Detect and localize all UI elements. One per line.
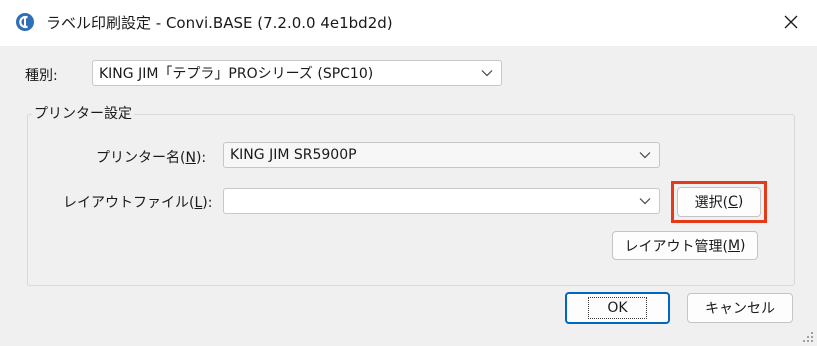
layout-file-select[interactable]	[223, 188, 660, 214]
printer-name-value: KING JIM SR5900P	[230, 147, 357, 163]
layout-file-label: レイアウトファイル(L):	[63, 195, 213, 211]
title-bar: ラベル印刷設定 - Convi.BASE (7.2.0.0 4e1bd2d)	[0, 0, 817, 46]
dialog-body: 種別: KING JIM「テプラ」PROシリーズ (SPC10) プリンター設定…	[0, 46, 817, 346]
printer-settings-legend: プリンター設定	[32, 103, 134, 123]
chevron-down-icon	[481, 70, 493, 77]
chevron-down-icon	[639, 198, 651, 205]
ok-button[interactable]: OK	[565, 292, 670, 324]
cancel-button[interactable]: キャンセル	[687, 293, 793, 323]
close-button[interactable]	[768, 2, 814, 42]
layout-manage-button[interactable]: レイアウト管理(M)	[612, 231, 758, 260]
printer-name-select[interactable]: KING JIM SR5900P	[223, 142, 660, 168]
type-select-value: KING JIM「テプラ」PROシリーズ (SPC10)	[99, 66, 374, 82]
close-icon	[784, 15, 798, 29]
chevron-down-icon	[639, 152, 651, 159]
ok-button-label: OK	[588, 297, 647, 319]
highlight-box	[671, 181, 767, 223]
type-select[interactable]: KING JIM「テプラ」PROシリーズ (SPC10)	[92, 60, 502, 86]
app-icon	[16, 13, 34, 31]
printer-name-label: プリンター名(N):	[96, 150, 207, 166]
resize-grip-icon[interactable]	[802, 331, 814, 343]
type-label: 種別:	[25, 68, 58, 84]
window-title: ラベル印刷設定 - Convi.BASE (7.2.0.0 4e1bd2d)	[46, 14, 393, 32]
